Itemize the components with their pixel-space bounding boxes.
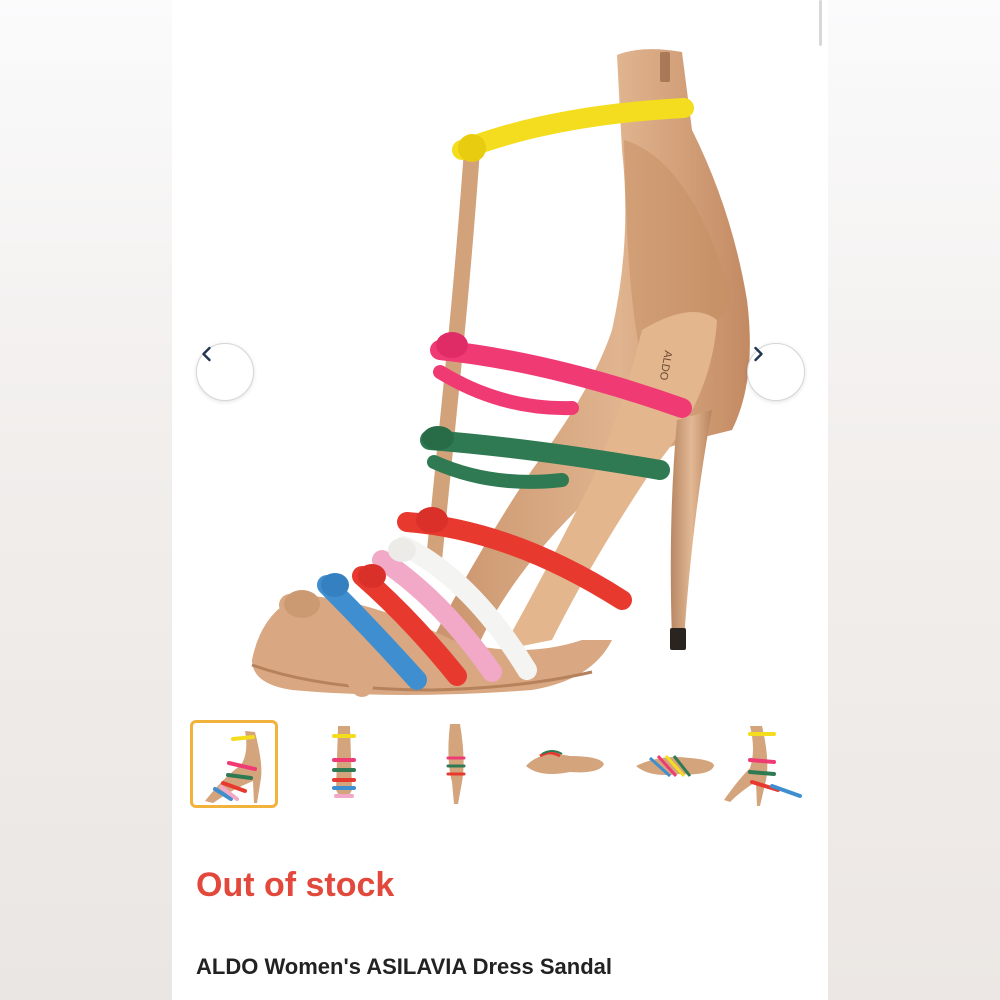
thumbnail-3[interactable]: [410, 720, 498, 808]
chevron-left-icon: [202, 346, 211, 362]
thumbnail-image: [332, 726, 356, 798]
thumbnail-2[interactable]: [300, 720, 388, 808]
thumbnail-1[interactable]: [190, 720, 278, 808]
thumbnail-strip: [190, 720, 810, 812]
stock-status: Out of stock: [196, 866, 395, 904]
thumbnail-image: [526, 750, 604, 774]
chevron-right-icon: [754, 346, 763, 362]
thumbnail-5[interactable]: [630, 720, 718, 808]
thumbnail-image: [446, 724, 466, 804]
thumbnail-4[interactable]: [520, 720, 608, 808]
thumbnail-image: [724, 726, 802, 806]
thumbnail-image: [205, 731, 262, 803]
thumbnail-6[interactable]: [720, 720, 808, 808]
carousel-next-button[interactable]: [747, 343, 805, 401]
background-left: [0, 0, 172, 1000]
carousel-prev-button[interactable]: [196, 343, 254, 401]
thumbnail-image: [636, 754, 714, 778]
product-image: ALDO: [251, 49, 750, 697]
product-title: ALDO Women's ASILAVIA Dress Sandal: [196, 954, 612, 979]
background-right: [828, 0, 1000, 1000]
product-image-carousel[interactable]: ALDO: [172, 0, 828, 710]
product-page: ALDO Out of stock ALDO Women's ASILAVIA …: [172, 0, 828, 1000]
